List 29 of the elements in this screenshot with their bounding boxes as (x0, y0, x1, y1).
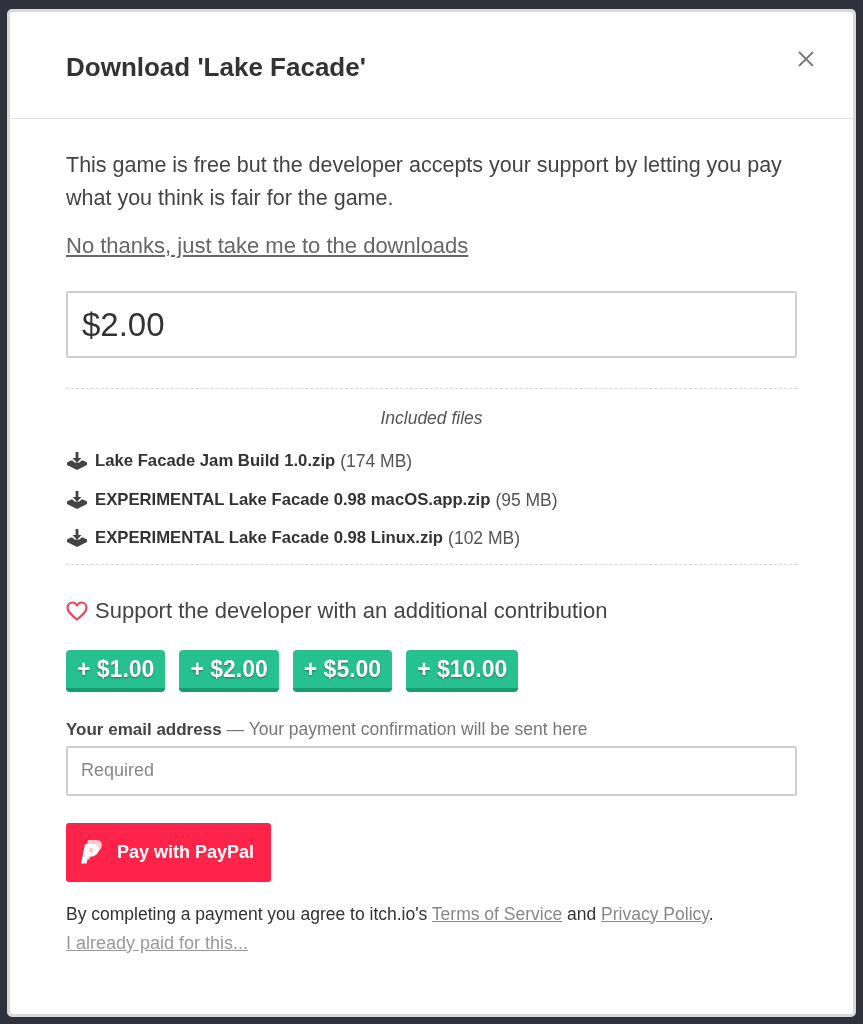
dialog-title: Download 'Lake Facade' (66, 52, 366, 82)
download-icon (66, 489, 88, 510)
intro-text: This game is free but the developer accepts your support by letting you pay what you think is fair for the game. (66, 152, 783, 212)
heart-icon (66, 600, 88, 621)
download-icon (66, 451, 88, 472)
contribution-button[interactable]: + $10.00 (406, 649, 519, 692)
contribution-button[interactable]: + $2.00 (179, 649, 279, 692)
contribution-button[interactable]: + $5.00 (292, 649, 393, 692)
agreement-text: By completing a payment you agree to itch.io's Terms of Service and Privacy Policy. (66, 902, 715, 926)
file-size: (174 MB) (340, 450, 413, 474)
already-paid-link[interactable]: I already paid for this... (66, 928, 249, 958)
price-field[interactable]: $2.00 (66, 291, 797, 358)
file-name: Lake Facade Jam Build 1.0.zip (95, 450, 336, 473)
agreement-link[interactable]: Terms of Service (431, 903, 563, 924)
file-size: (102 MB) (448, 527, 521, 551)
email-label: Your email address (66, 718, 222, 741)
file-name: EXPERIMENTAL Lake Facade 0.98 Linux.zip (95, 527, 444, 550)
file-size: (95 MB) (495, 488, 558, 512)
email-field[interactable]: Required (66, 745, 797, 796)
paypal-button[interactable]: Pay with PayPal (66, 822, 271, 882)
included-files-heading: Included files (380, 407, 483, 430)
file-name: EXPERIMENTAL Lake Facade 0.98 macOS.app.zip (95, 488, 491, 511)
skip-to-downloads-link[interactable]: No thanks, just take me to the downloads (66, 232, 469, 260)
email-hint: — Your payment confirmation will be sent here (226, 717, 588, 740)
support-text: Support the developer with an additional contribution (95, 596, 608, 625)
agreement-link[interactable]: Privacy Policy (601, 903, 709, 924)
download-icon (66, 528, 88, 549)
close-icon[interactable] (798, 51, 814, 67)
contribution-button[interactable]: + $1.00 (66, 649, 166, 692)
